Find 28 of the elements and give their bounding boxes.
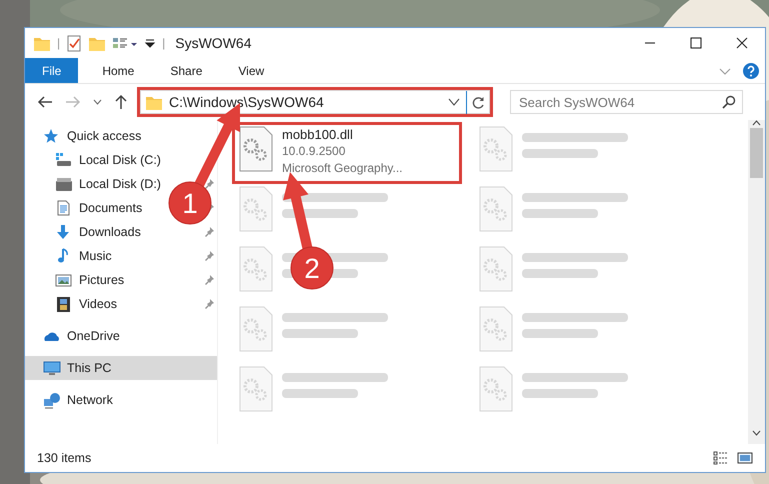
file-name: mobb100.dll [282,126,354,143]
callout-marker: 1 [168,182,212,224]
separator: | [57,35,60,52]
ribbon-tab[interactable]: Home [84,58,152,83]
address-bar[interactable]: C:\Windows\SysWOW64 [140,90,490,114]
file-tile[interactable]: mobb100.dll 10.0.9.2500 Microsoft Geography... [234,124,460,182]
ribbon-tab[interactable]: View [220,58,282,83]
nav-item[interactable]: OneDrive [25,324,217,348]
ribbon-tab[interactable]: Share [152,58,220,83]
nav-item[interactable]: This PC [25,356,217,380]
nav-item[interactable]: Downloads [79,224,141,239]
nav-item[interactable]: Music [79,248,112,263]
file-detail: Microsoft Geography... [282,160,402,177]
nav-item[interactable]: Network [25,388,217,412]
separator: | [162,35,166,52]
nav-item[interactable]: Quick access [25,124,217,148]
nav-item[interactable]: Documents [79,200,142,215]
file-detail: 10.0.9.2500 [282,143,346,160]
ribbon-tab[interactable]: File [25,58,78,83]
nav-item[interactable]: Pictures [79,272,124,287]
callout-marker: 2 [290,246,334,290]
address-path: C:\Windows\SysWOW64 [169,92,324,112]
window-title: SysWOW64 [175,34,252,53]
nav-item[interactable]: Videos [79,296,117,311]
search-field[interactable]: Search SysWOW64 [510,90,743,114]
nav-item[interactable]: Local Disk (C:) [79,152,161,167]
item-count: 130 items [37,450,92,467]
nav-item[interactable]: Local Disk (D:) [79,176,161,191]
